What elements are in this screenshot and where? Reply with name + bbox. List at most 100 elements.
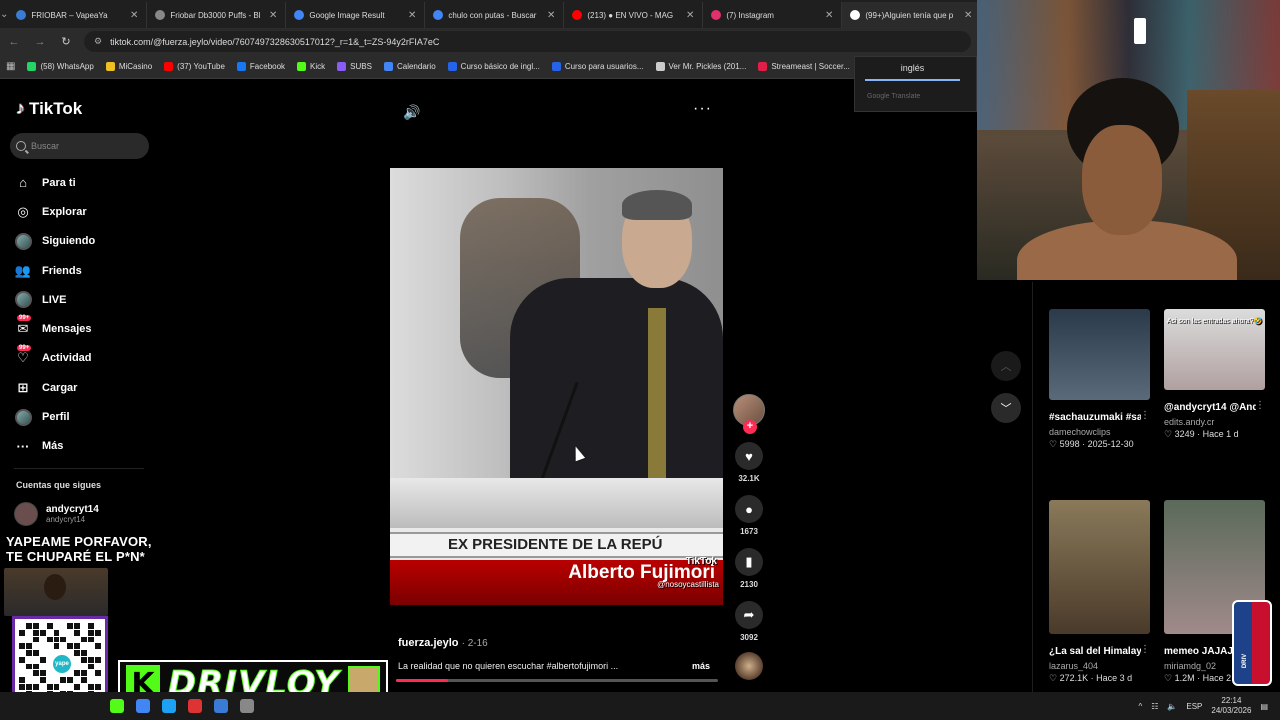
site-info-icon[interactable]: ⚙ [94,36,102,47]
more-options-icon[interactable]: ⋮ [1255,400,1265,411]
sidebar-item-siguiendo[interactable]: Siguiendo [14,227,154,256]
recommended-video-card[interactable]: ¿La sal del Himalaya es carn... ⋮ lazaru… [1049,500,1150,684]
heart-icon[interactable]: ♥ [735,442,763,470]
sidebar-item-más[interactable]: ··· Más [14,432,154,461]
chrome-app-icon[interactable] [136,699,150,713]
previous-video-button[interactable]: ︿ [991,351,1021,381]
recommended-video-card[interactable]: Asi son las entradas ahora?🤣 @andycryt14… [1164,309,1265,440]
comment-action[interactable]: ● 1673 [731,495,767,536]
browser-tab[interactable]: Google Image Result ✕ [286,2,426,28]
creator-name[interactable]: damechowclips [1049,427,1150,437]
app-icon[interactable] [162,699,176,713]
streamer-webcam [977,0,1280,280]
bookmark-item[interactable]: Curso básico de ingl... [447,62,540,71]
next-video-button[interactable]: ﹀ [991,393,1021,423]
sidebar-item-mensajes[interactable]: ✉ Mensajes 99+ [14,314,154,343]
post-date: Hace 1 d [1202,429,1239,439]
browser-tab[interactable]: FRIOBAR – VapeaYa ✕ [8,2,148,28]
app-icon[interactable] [214,699,228,713]
browser-tab[interactable]: chulo con putas - Buscar ✕ [425,2,565,28]
forward-arrow-icon[interactable]: → [32,36,48,48]
close-tab-icon[interactable]: ✕ [686,10,694,21]
overlay-line-1: YAPEAME PORFAVOR, [6,534,152,549]
browser-tab[interactable]: (7) Instagram ✕ [703,2,843,28]
close-tab-icon[interactable]: ✕ [269,10,277,21]
close-tab-icon[interactable]: ✕ [825,10,833,21]
action-bar: + ♥ 32.1K ● 1673 ▮ 2130 ➦ 3092 [731,394,767,680]
back-arrow-icon[interactable]: ← [6,36,22,48]
followed-account[interactable]: andycryt14 andycryt14 [14,502,99,526]
bookmark-item[interactable]: (58) WhatsApp [27,62,94,71]
creator-avatar[interactable]: + [733,394,765,434]
bookmark-item[interactable]: Calendario [383,62,436,71]
save-action[interactable]: ▮ 2130 [731,548,767,589]
sidebar-item-cargar[interactable]: ⊞ Cargar [14,373,154,402]
sidebar-item-explorar[interactable]: ◎ Explorar [14,197,154,226]
volume-tray-icon[interactable]: 🔈 [1167,702,1177,711]
bookmark-item[interactable]: Kick [297,62,325,71]
clock[interactable]: 22:14 24/03/2026 [1211,696,1251,716]
close-tab-icon[interactable]: ✕ [408,10,416,21]
bookmark-item[interactable]: Ver Mr. Pickles (201... [655,62,746,71]
bookmark-item[interactable]: Streameast | Soccer... [758,62,850,71]
recommended-video-card[interactable]: #sachauzumaki #sachauzumakicl... ⋮ damec… [1049,309,1150,450]
sidebar-item-para-ti[interactable]: ⌂ Para ti [14,168,154,197]
translate-language-tab[interactable]: inglés [865,63,960,81]
video-thumbnail[interactable]: Asi son las entradas ahora?🤣 [1164,309,1265,390]
creator-name[interactable]: lazarus_404 [1049,661,1150,671]
bookmark-item[interactable]: MiCasino [105,62,152,71]
tab-favicon-icon [711,10,722,20]
bookmark-favicon-icon [758,62,768,71]
app-icon[interactable] [188,699,202,713]
tiktok-logo[interactable]: ♪ TikTok [16,98,82,119]
sidebar-item-perfil[interactable]: Perfil [14,402,154,431]
video-author[interactable]: fuerza.jeylo · 2-16 [398,637,488,649]
video-progress-bar[interactable] [396,679,718,682]
video-player[interactable]: EX PRESIDENTE DE LA REPÚ Alberto Fujimor… [390,168,723,605]
system-tray: ^ ☷ 🔈 ESP 22:14 24/03/2026 ▤ [1138,696,1268,716]
browser-tab[interactable]: Friobar Db3000 Puffs - Bl ✕ [147,2,287,28]
sidebar-item-live[interactable]: LIVE [14,285,154,314]
like-action[interactable]: ♥ 32.1K [731,442,767,483]
kick-app-icon[interactable] [110,699,124,713]
bookmark-item[interactable]: (37) YouTube [164,62,225,71]
tray-arrow-icon[interactable]: ^ [1138,702,1142,711]
network-icon[interactable]: ☷ [1151,702,1158,711]
notifications-icon[interactable]: ▤ [1260,702,1268,711]
volume-icon[interactable]: 🔊 [403,104,420,121]
app-icon[interactable] [240,699,254,713]
video-stats: ♡ 272.1K · Hace 3 d [1049,673,1133,683]
reload-icon[interactable]: ↻ [58,35,74,48]
search-input[interactable]: Buscar [10,133,149,159]
bookmark-favicon-icon [551,62,561,71]
more-options-icon[interactable]: ⋮ [1140,644,1150,655]
bookmark-icon[interactable]: ▮ [735,548,763,576]
music-disc-icon[interactable] [735,652,763,680]
sidebar-item-friends[interactable]: 👥 Friends [14,256,154,285]
more-text-button[interactable]: más [692,661,710,671]
apps-grid-icon[interactable]: ▦ [6,61,15,72]
url-field[interactable]: ⚙ tiktok.com/@fuerza.jeylo/video/7607497… [84,31,971,52]
close-tab-icon[interactable]: ✕ [964,10,972,21]
tab-search-chevron-icon[interactable]: ⌄ [0,0,8,28]
video-thumbnail[interactable] [1049,309,1150,400]
browser-tab[interactable]: (99+)Alguien tenía que p ✕ [842,2,982,28]
like-count: 272.1K [1059,673,1089,683]
share-icon[interactable]: ➦ [735,601,763,629]
keyboard-lang[interactable]: ESP [1186,702,1202,711]
more-options-icon[interactable]: ⋮ [1140,410,1150,421]
follow-plus-icon[interactable]: + [743,420,757,434]
video-thumbnail[interactable] [1049,500,1150,634]
sidebar-item-actividad[interactable]: ♡ Actividad 99+ [14,344,154,373]
close-tab-icon[interactable]: ✕ [547,10,555,21]
more-options-icon[interactable]: ··· [693,100,712,118]
creator-name[interactable]: edits.andy.cr [1164,417,1265,427]
browser-tab[interactable]: (213) ● EN VIVO - MAG ✕ [564,2,704,28]
bookmark-item[interactable]: SUBS [337,62,372,71]
comment-icon[interactable]: ● [735,495,763,523]
bookmark-item[interactable]: Facebook [236,62,285,71]
bookmark-item[interactable]: Curso para usuarios... [551,62,644,71]
friends-icon: 👥 [14,262,32,278]
close-tab-icon[interactable]: ✕ [130,10,138,21]
share-action[interactable]: ➦ 3092 [731,601,767,642]
